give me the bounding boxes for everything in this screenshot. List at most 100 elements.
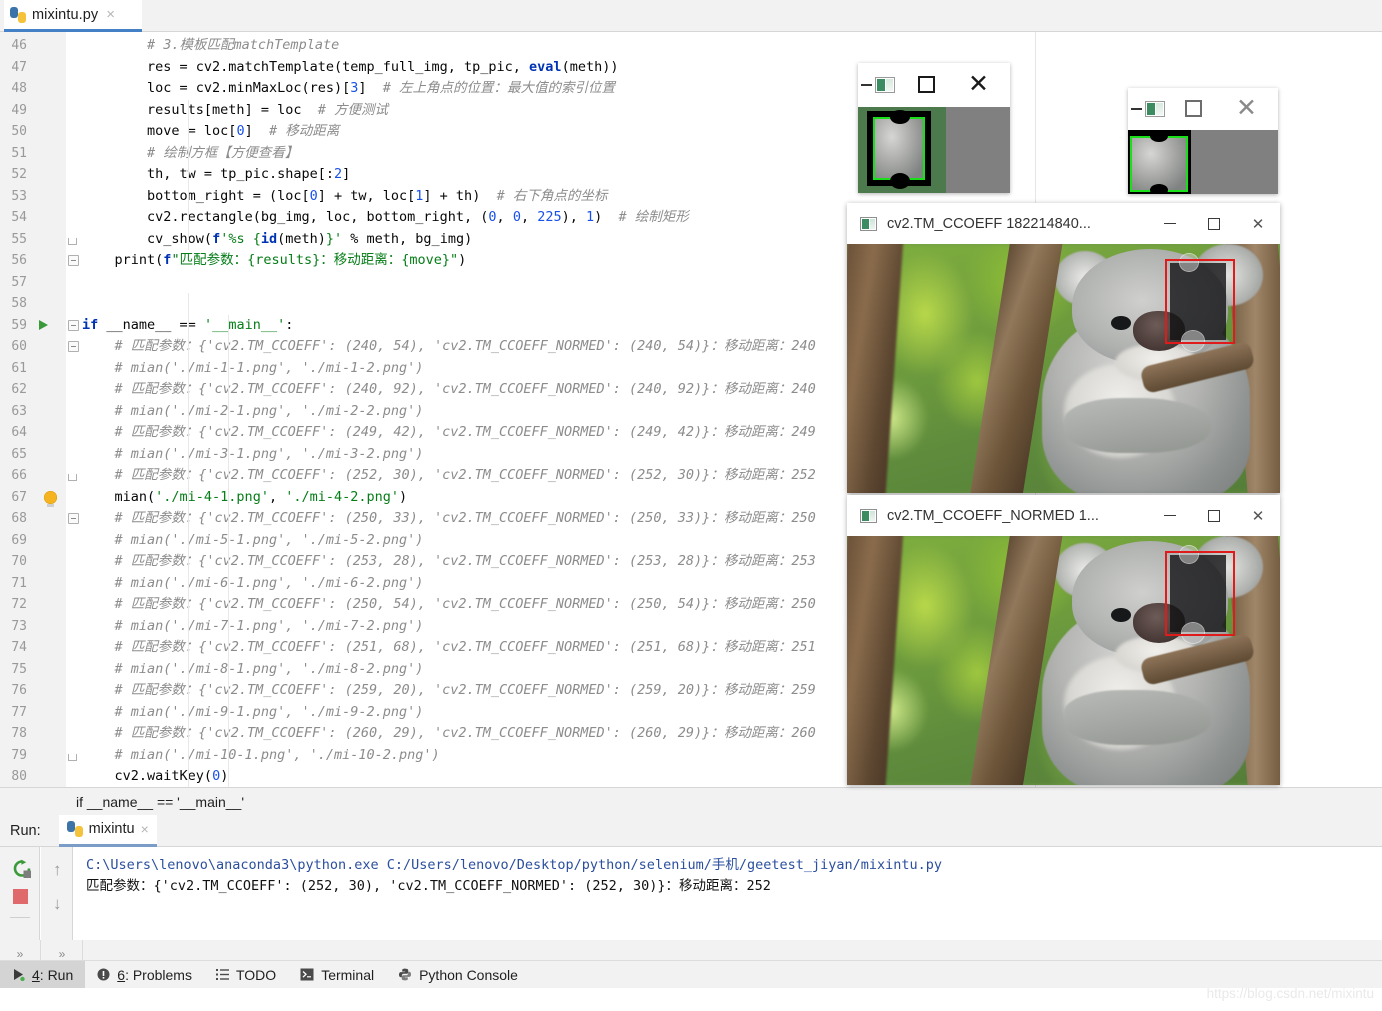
line-number: 51 [11, 145, 27, 161]
rerun-icon[interactable] [12, 859, 32, 879]
code-line[interactable]: # 匹配参数：{'cv2.TM_CCOEFF': (240, 92), 'cv2… [82, 379, 816, 401]
fold-region-end[interactable] [68, 237, 77, 245]
line-number: 69 [11, 532, 27, 548]
close-icon[interactable]: ✕ [1236, 507, 1280, 525]
code-line[interactable]: # 匹配参数：{'cv2.TM_CCOEFF': (250, 54), 'cv2… [82, 594, 816, 616]
stop-icon[interactable] [13, 889, 28, 904]
code-token: "匹配参数：{results}：移动距离：{move}" [171, 252, 459, 268]
fold-region-end[interactable] [68, 753, 77, 761]
close-icon[interactable]: ✕ [968, 72, 989, 97]
title-bar[interactable]: cv2.TM_CCOEFF_NORMED 1... ✕ [847, 495, 1280, 536]
code-line[interactable]: mian('./mi-4-1.png', './mi-4-2.png') [82, 487, 408, 509]
fold-gutter[interactable] [66, 32, 82, 787]
code-line[interactable]: # 匹配参数：{'cv2.TM_CCOEFF': (250, 33), 'cv2… [82, 508, 816, 530]
code-line[interactable]: # mian('./mi-8-1.png', './mi-8-2.png') [82, 659, 424, 681]
code-line[interactable]: # mian('./mi-9-1.png', './mi-9-2.png') [82, 702, 424, 724]
code-token: # 匹配参数：{'cv2.TM_CCOEFF': (253, 28), 'cv2… [114, 553, 816, 569]
code-line[interactable]: # 匹配参数：{'cv2.TM_CCOEFF': (260, 29), 'cv2… [82, 723, 816, 745]
code-line[interactable]: print(f"匹配参数：{results}：移动距离：{move}") [82, 250, 467, 272]
code-token: , [268, 488, 286, 505]
code-line[interactable]: move = loc[0] # 移动距离 [82, 121, 339, 143]
code-token: cv2.waitKey( [114, 768, 213, 784]
code-token: './mi-4-1.png' [155, 488, 269, 505]
code-line[interactable]: # 匹配参数：{'cv2.TM_CCOEFF': (252, 30), 'cv2… [82, 465, 816, 487]
maximize-icon[interactable] [1192, 509, 1236, 522]
code-line[interactable]: # 匹配参数：{'cv2.TM_CCOEFF': (240, 54), 'cv2… [82, 336, 816, 358]
close-icon[interactable]: ✕ [1236, 96, 1257, 121]
code-line[interactable]: th, tw = tp_pic.shape[:2] [82, 164, 350, 186]
code-line[interactable]: results[meth] = loc # 方便测试 [82, 100, 388, 122]
minimize-icon[interactable] [1131, 108, 1142, 110]
run-config-name: mixintu [88, 821, 135, 837]
tool-window-bar: 4: Run 6: Problems TODO Terminal Python Cons… [0, 960, 1382, 989]
template-window-2[interactable]: ✕ [1128, 88, 1278, 194]
code-token: # mian('./mi-3-1.png', './mi-3-2.png') [114, 445, 424, 462]
fold-toggle[interactable] [68, 319, 79, 331]
code-line[interactable]: # mian('./mi-6-1.png', './mi-6-2.png') [82, 573, 424, 595]
code-line[interactable]: loc = cv2.minMaxLoc(res)[3] # 左上角点的位置：最大… [82, 78, 615, 100]
status-item-pythonconsole[interactable]: Python Console [386, 961, 530, 989]
fold-toggle[interactable] [68, 341, 79, 352]
fold-toggle[interactable] [68, 513, 79, 524]
code-token: }' [325, 230, 343, 247]
code-token: print( [114, 252, 164, 268]
code-token: 1 [586, 209, 595, 225]
status-item-shortcut: 4 [32, 966, 40, 983]
minimize-icon[interactable] [1148, 222, 1192, 225]
code-line[interactable]: # mian('./mi-3-1.png', './mi-3-2.png') [82, 444, 424, 466]
code-line[interactable]: # 匹配参数：{'cv2.TM_CCOEFF': (249, 42), 'cv2… [82, 422, 816, 444]
code-line[interactable]: # 匹配参数：{'cv2.TM_CCOEFF': (253, 28), 'cv2… [82, 551, 816, 573]
status-item-terminal[interactable]: Terminal [288, 961, 386, 989]
code-line[interactable]: # mian('./mi-10-1.png', './mi-10-2.png') [82, 745, 440, 767]
minimize-icon[interactable] [861, 84, 872, 86]
close-icon[interactable]: × [141, 821, 149, 837]
opencv-icon [1145, 101, 1165, 117]
run-config-tab[interactable]: mixintu × [58, 814, 157, 847]
code-line[interactable]: bottom_right = (loc[0] + tw, loc[1] + th… [82, 186, 607, 208]
code-line[interactable]: # 匹配参数：{'cv2.TM_CCOEFF': (251, 68), 'cv2… [82, 637, 816, 659]
title-bar[interactable]: ✕ [858, 63, 1010, 107]
minimize-icon[interactable] [1148, 514, 1192, 517]
title-bar[interactable]: ✕ [1128, 88, 1278, 130]
fold-region-end[interactable] [68, 474, 77, 481]
title-bar[interactable]: cv2.TM_CCOEFF 182214840... ✕ [847, 203, 1280, 244]
code-line[interactable]: cv2.waitKey(0) [82, 766, 229, 787]
code-token: ] [244, 123, 269, 139]
code-line[interactable]: # mian('./mi-7-1.png', './mi-7-2.png') [82, 616, 424, 638]
status-item-todo[interactable]: TODO [204, 961, 288, 989]
maximize-icon[interactable] [1192, 217, 1236, 230]
editor-tab-mixintu[interactable]: mixintu.py × [4, 0, 142, 32]
code-line[interactable]: # 3.模板匹配matchTemplate [82, 35, 339, 57]
code-token: # 匹配参数：{'cv2.TM_CCOEFF': (240, 92), 'cv2… [114, 381, 816, 397]
arrow-up-icon[interactable]: ↑ [53, 861, 62, 878]
intention-bulb-icon[interactable] [44, 490, 57, 507]
line-number: 63 [11, 403, 27, 419]
arrow-down-icon[interactable]: ↓ [53, 895, 62, 912]
code-line[interactable]: # mian('./mi-1-1.png', './mi-1-2.png') [82, 358, 424, 380]
code-line[interactable]: # 匹配参数：{'cv2.TM_CCOEFF': (259, 20), 'cv2… [82, 680, 816, 702]
status-item-problems[interactable]: 6: Problems [85, 961, 204, 989]
close-icon[interactable]: × [106, 7, 115, 22]
marker-gutter[interactable] [33, 32, 66, 787]
code-line[interactable]: cv_show(f'%s {id(meth)}' % meth, bg_img) [82, 229, 472, 251]
status-item-run[interactable]: 4: Run [0, 960, 86, 989]
code-line[interactable]: # mian('./mi-2-1.png', './mi-2-2.png') [82, 401, 424, 423]
code-line[interactable]: # mian('./mi-5-1.png', './mi-5-2.png') [82, 530, 424, 552]
line-number-gutter: 46 47 48 49 50 51 52 53 54 55 56 57 58 59 60 61 62 63 64 65… [0, 32, 33, 787]
code-token: # 左上角点的位置：最大值的索引位置 [382, 80, 616, 96]
template-window-1[interactable]: ✕ [858, 63, 1010, 193]
code-line[interactable]: res = cv2.matchTemplate(temp_full_img, t… [82, 57, 618, 79]
terminal-icon [300, 968, 314, 981]
console-output[interactable]: C:\Users\lenovo\anaconda3\python.exe C:/… [74, 847, 1382, 940]
tm-ccoeff-normed-window[interactable]: cv2.TM_CCOEFF_NORMED 1... ✕ [847, 495, 1280, 785]
code-line[interactable]: # 绘制方框【方便查看】 [82, 143, 298, 165]
code-token: 0 [212, 768, 221, 784]
maximize-icon[interactable] [1185, 100, 1202, 117]
run-gutter-icon[interactable] [39, 319, 48, 330]
close-icon[interactable]: ✕ [1236, 215, 1280, 233]
code-token: # 匹配参数：{'cv2.TM_CCOEFF': (260, 29), 'cv2… [114, 725, 816, 741]
fold-toggle[interactable] [68, 255, 79, 266]
code-line[interactable]: cv2.rectangle(bg_img, loc, bottom_right,… [82, 207, 689, 229]
maximize-icon[interactable] [918, 76, 935, 93]
tm-ccoeff-window[interactable]: cv2.TM_CCOEFF 182214840... ✕ [847, 203, 1280, 493]
